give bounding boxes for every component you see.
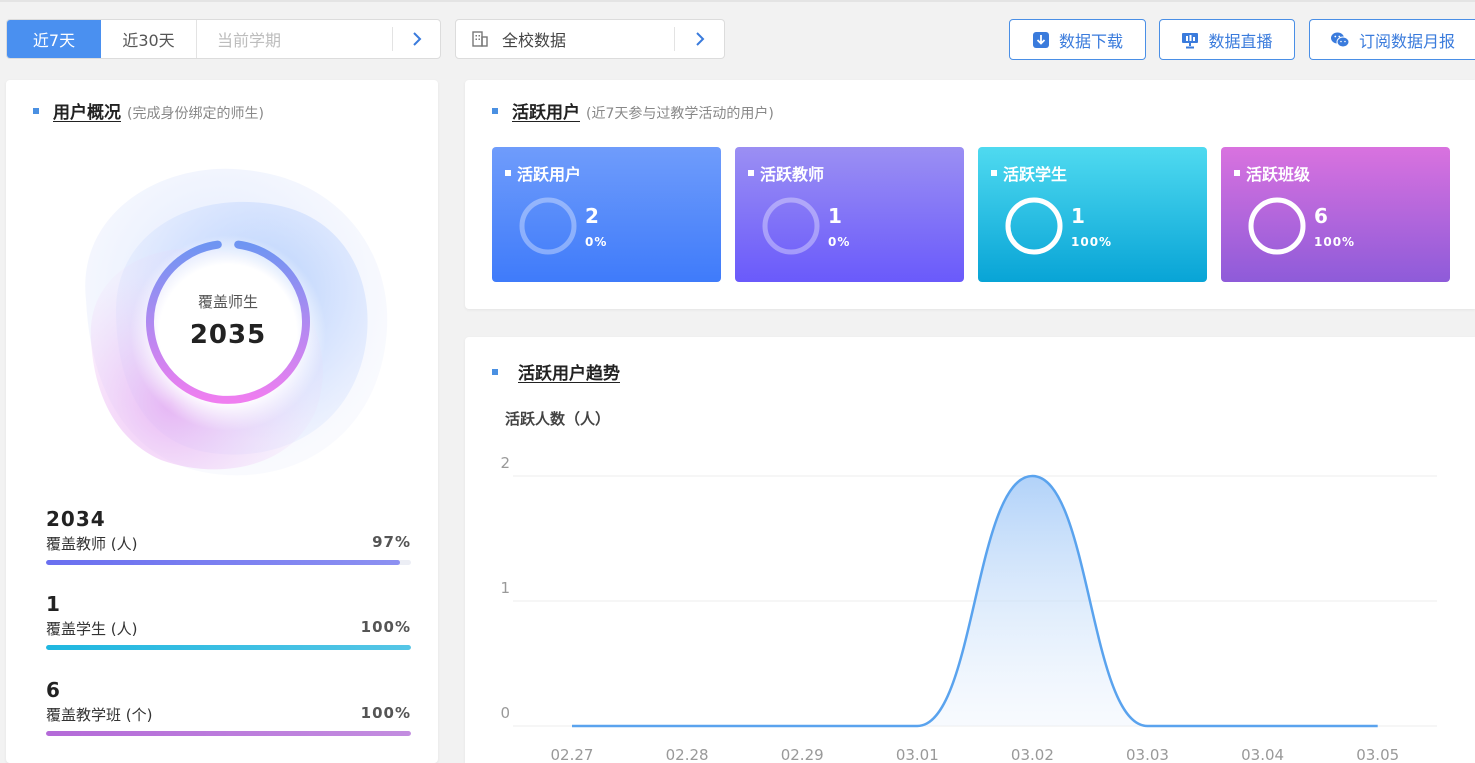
range-option-7d[interactable]: 近7天 — [7, 20, 101, 58]
scope-label: 全校数据 — [502, 31, 567, 50]
active-title: 活跃用户 (近7天参与过教学活动的用户) — [492, 98, 774, 123]
tile-percent: 100% — [1314, 235, 1356, 249]
presentation-icon — [1182, 32, 1199, 48]
range-option-30d[interactable]: 近30天 — [101, 20, 197, 58]
x-tick-label: 03.02 — [1011, 746, 1054, 763]
tile-value: 6 — [1314, 204, 1328, 228]
tile-active-classes[interactable]: 活跃班级 6 100% — [1221, 147, 1450, 282]
stat-label: 覆盖学生 (人) — [46, 620, 138, 638]
stat-percent: 100% — [360, 704, 411, 722]
stat-classes: 6 覆盖教学班 (个) 100% — [46, 678, 411, 736]
progress-bar — [46, 731, 411, 736]
active-title-text[interactable]: 活跃用户 — [512, 98, 580, 123]
subscribe-label: 订阅数据月报 — [1358, 31, 1455, 51]
ring-chart — [762, 197, 820, 255]
data-point[interactable] — [1376, 724, 1380, 728]
stat-teachers: 2034 覆盖教师 (人) 97% — [46, 507, 411, 565]
title-marker — [492, 108, 498, 114]
ring-chart — [1248, 197, 1306, 255]
stat-label: 覆盖教师 (人) — [46, 535, 138, 553]
wechat-icon — [1330, 32, 1350, 47]
progress-fill — [46, 560, 401, 565]
x-tick-label: 03.05 — [1356, 746, 1399, 763]
subscribe-report-button[interactable]: 订阅数据月报 — [1309, 19, 1475, 60]
data-point[interactable] — [915, 724, 919, 728]
ring-chart — [1005, 197, 1063, 255]
live-data-label: 数据直播 — [1208, 31, 1273, 51]
y-tick-label: 2 — [500, 454, 510, 472]
x-tick-label: 03.01 — [896, 746, 939, 763]
y-tick-label: 0 — [500, 704, 510, 722]
chevron-right-icon[interactable] — [393, 31, 440, 47]
x-tick-label: 03.03 — [1126, 746, 1169, 763]
tile-label: 活跃学生 — [991, 161, 1067, 185]
trend-chart[interactable]: 0 1 2 02.27 02.28 02.29 03.01 03.02 03.03 03.04 03… — [465, 337, 1475, 763]
active-trend-card: 活跃用户趋势 活跃人数（人） 0 1 2 02.27 02.28 02.29 03.01 03… — [465, 337, 1475, 763]
active-subtitle: (近7天参与过教学活动的用户) — [586, 106, 774, 122]
building-icon — [472, 31, 488, 47]
tile-percent: 0% — [585, 235, 608, 249]
term-select[interactable]: 当前学期 — [197, 27, 393, 51]
x-tick-label: 02.28 — [666, 746, 709, 763]
ring-chart — [519, 197, 577, 255]
data-point[interactable] — [685, 724, 689, 728]
data-point[interactable] — [570, 724, 574, 728]
data-point[interactable] — [1146, 724, 1150, 728]
user-overview-card: 用户概况 (完成身份绑定的师生) 覆盖师生 2035 2034 覆盖教师 (人)… — [6, 80, 438, 763]
x-tick-label: 03.04 — [1241, 746, 1284, 763]
overview-title: 用户概况 (完成身份绑定的师生) — [33, 98, 264, 123]
stat-value: 1 — [46, 592, 61, 616]
download-icon — [1032, 31, 1049, 48]
progress-fill — [46, 731, 411, 736]
y-tick-label: 1 — [500, 579, 510, 597]
scope-selector[interactable]: 全校数据 — [455, 19, 725, 59]
title-marker — [33, 108, 39, 114]
tile-value: 1 — [1071, 204, 1085, 228]
progress-fill — [46, 645, 411, 650]
top-border — [0, 0, 1475, 2]
data-point[interactable] — [1030, 474, 1034, 478]
tile-percent: 0% — [828, 235, 851, 249]
tile-value: 2 — [585, 204, 599, 228]
data-point[interactable] — [1261, 724, 1265, 728]
tile-value: 1 — [828, 204, 842, 228]
overview-title-text[interactable]: 用户概况 — [53, 98, 121, 123]
tile-active-users[interactable]: 活跃用户 2 0% — [492, 147, 721, 282]
x-tick-label: 02.29 — [781, 746, 824, 763]
tile-percent: 100% — [1071, 235, 1113, 249]
stat-percent: 97% — [372, 533, 411, 551]
x-tick-label: 02.27 — [551, 746, 594, 763]
progress-bar — [46, 560, 411, 565]
center-value: 2035 — [190, 320, 266, 350]
active-users-card: 活跃用户 (近7天参与过教学活动的用户) 活跃用户 2 0% 活跃教师 1 0%… — [465, 80, 1475, 309]
tile-label: 活跃用户 — [505, 161, 581, 185]
stat-students: 1 覆盖学生 (人) 100% — [46, 592, 411, 650]
download-label: 数据下载 — [1058, 31, 1123, 51]
download-button[interactable]: 数据下载 — [1009, 19, 1146, 60]
tile-label: 活跃班级 — [1234, 161, 1310, 185]
stat-value: 6 — [46, 678, 61, 702]
chevron-right-icon[interactable] — [675, 31, 724, 47]
center-label: 覆盖师生 — [198, 293, 258, 311]
live-data-button[interactable]: 数据直播 — [1159, 19, 1295, 60]
tile-active-students[interactable]: 活跃学生 1 100% — [978, 147, 1207, 282]
overview-subtitle: (完成身份绑定的师生) — [127, 106, 264, 122]
progress-bar — [46, 645, 411, 650]
stat-value: 2034 — [46, 507, 106, 531]
data-point[interactable] — [800, 724, 804, 728]
tile-label: 活跃教师 — [748, 161, 824, 185]
tile-active-teachers[interactable]: 活跃教师 1 0% — [735, 147, 964, 282]
coverage-bubble: 覆盖师生 2035 — [85, 168, 388, 476]
stat-label: 覆盖教学班 (个) — [46, 706, 153, 724]
stat-percent: 100% — [360, 618, 411, 636]
date-range-selector: 近7天 近30天 当前学期 — [6, 19, 441, 59]
